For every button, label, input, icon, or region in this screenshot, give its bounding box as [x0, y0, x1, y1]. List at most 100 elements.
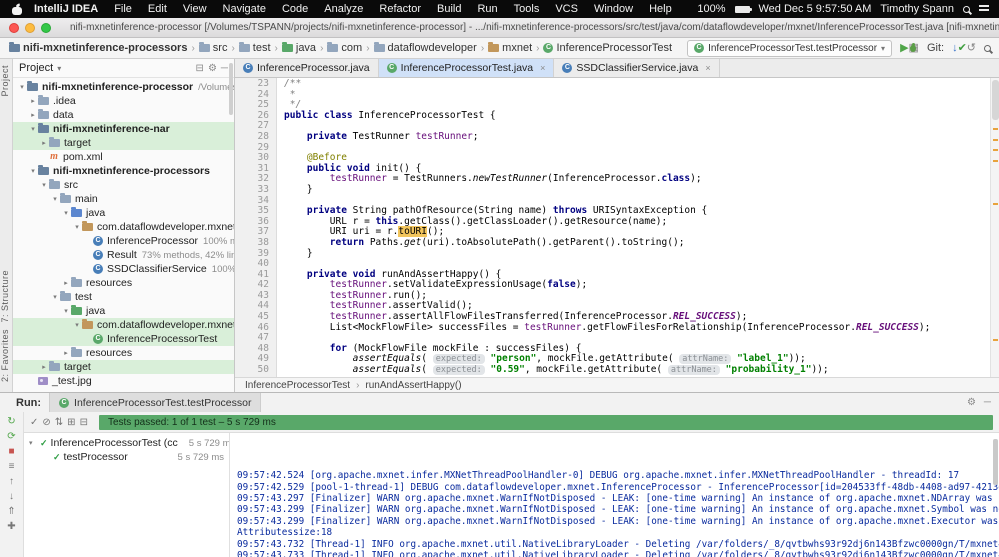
tree-item[interactable]: ▾main — [13, 192, 234, 206]
menu-item-intellij-idea[interactable]: IntelliJ IDEA — [26, 3, 106, 15]
filter-button[interactable]: ≡ — [9, 461, 15, 472]
next-failed-button[interactable]: ↓ — [9, 491, 14, 502]
warning-mark[interactable] — [993, 128, 998, 130]
tree-item[interactable]: ▾nifi-mxnetinference-nar — [13, 122, 234, 136]
chevron-right-icon[interactable]: ▸ — [39, 363, 49, 371]
tree-item[interactable]: ▸resources — [13, 346, 234, 360]
chevron-right-icon[interactable]: ▸ — [28, 111, 38, 119]
tree-item[interactable]: ▾src — [13, 178, 234, 192]
menu-item-window[interactable]: Window — [586, 3, 641, 15]
tree-item[interactable]: CSSDClassifierService100% m... — [13, 262, 234, 276]
warning-mark[interactable] — [993, 203, 998, 205]
chevron-right-icon[interactable]: ▸ — [39, 139, 49, 147]
chevron-right-icon[interactable]: ▸ — [61, 349, 71, 357]
tree-item[interactable]: mpom.xml — [13, 150, 234, 164]
tree-item[interactable]: ▾com.dataflowdeveloper.mxnet — [13, 318, 234, 332]
menu-item-vcs[interactable]: VCS — [547, 3, 586, 15]
warning-mark[interactable] — [993, 339, 998, 341]
menu-item-code[interactable]: Code — [274, 3, 316, 15]
tree-item[interactable]: _test.jpg — [13, 374, 234, 388]
rerun-button[interactable]: ↻ — [7, 416, 15, 427]
chevron-down-icon[interactable]: ▾ — [28, 167, 38, 175]
chevron-down-icon[interactable]: ▾ — [29, 439, 37, 447]
tool-stripe-button-7-structure[interactable]: 7: Structure — [0, 270, 13, 323]
tree-item[interactable]: ▸data — [13, 108, 234, 122]
menu-item-build[interactable]: Build — [429, 3, 469, 15]
menu-item-view[interactable]: View — [175, 3, 215, 15]
breadcrumb-item[interactable]: com — [326, 42, 363, 54]
menu-item-navigate[interactable]: Navigate — [215, 3, 274, 15]
editor-tab[interactable]: CInferenceProcessorTest.java× — [379, 59, 555, 77]
tree-item[interactable]: ▸target — [13, 136, 234, 150]
menu-user[interactable]: Timothy Spann — [880, 3, 954, 15]
menu-item-analyze[interactable]: Analyze — [316, 3, 371, 15]
breadcrumb-item[interactable]: CInferenceProcessorTest — [542, 42, 673, 54]
chevron-down-icon[interactable]: ▾ — [28, 125, 38, 133]
tree-item[interactable]: CInferenceProcessorTest — [13, 332, 234, 346]
tool-stripe-button-2-favorites[interactable]: 2: Favorites — [0, 329, 13, 382]
close-window-button[interactable] — [9, 23, 19, 33]
breadcrumb-item[interactable]: nifi-mxnetinference-processors — [8, 42, 188, 54]
tree-item[interactable]: CResult73% methods, 42% lin... — [13, 248, 234, 262]
menu-item-tools[interactable]: Tools — [506, 3, 548, 15]
run-configuration-select[interactable]: C InferenceProcessorTest.testProcessor ▾ — [687, 40, 892, 57]
menu-item-edit[interactable]: Edit — [140, 3, 175, 15]
test-tree-item[interactable]: ✓testProcessor5 s 729 ms — [24, 450, 229, 464]
sort-button[interactable]: ⇅ — [55, 417, 63, 428]
console-scrollbar[interactable] — [993, 439, 998, 485]
warning-mark[interactable] — [993, 139, 998, 141]
tree-item[interactable]: CInferenceProcessor100% me... — [13, 234, 234, 248]
run-tab[interactable]: C InferenceProcessorTest.testProcessor — [49, 393, 261, 412]
show-passed-button[interactable]: ✓ — [30, 417, 38, 428]
settings-gear-icon[interactable]: ⚙ — [967, 397, 976, 408]
chevron-down-icon[interactable]: ▾ — [50, 293, 60, 301]
spotlight-search-icon[interactable] — [963, 6, 970, 13]
previous-failed-button[interactable]: ↑ — [9, 476, 14, 487]
tree-item[interactable]: ▾nifi-mxnetinference-processor/Volumes/T… — [13, 80, 234, 94]
chevron-right-icon[interactable]: ▸ — [28, 97, 38, 105]
breadcrumb-item[interactable]: test — [238, 42, 272, 54]
code-area[interactable]: /** * */public class InferenceProcessorT… — [277, 78, 990, 377]
breadcrumb-item[interactable]: dataflowdeveloper — [373, 42, 478, 54]
editor[interactable]: 2324252627282930313233343536373839404142… — [235, 78, 999, 377]
hide-panel-icon[interactable]: ─ — [984, 397, 991, 408]
warning-mark[interactable] — [993, 160, 998, 162]
breadcrumb-class[interactable]: InferenceProcessorTest — [245, 380, 350, 391]
chevron-down-icon[interactable]: ▾ — [61, 307, 71, 315]
minimize-window-button[interactable] — [25, 23, 35, 33]
tree-item[interactable]: ▸resources — [13, 276, 234, 290]
collapse-all-button[interactable]: ⊟ — [80, 417, 88, 428]
menu-item-run[interactable]: Run — [469, 3, 505, 15]
tree-item[interactable]: ▾com.dataflowdeveloper.mxnet1 — [13, 220, 234, 234]
notification-center-icon[interactable] — [979, 5, 989, 13]
menu-clock[interactable]: Wed Dec 5 9:57:50 AM — [759, 3, 872, 15]
tree-item[interactable]: ▸.idea — [13, 94, 234, 108]
show-ignored-button[interactable]: ⊘ — [42, 417, 50, 428]
run-button[interactable]: ▶ — [900, 42, 908, 54]
breadcrumb-item[interactable]: java — [281, 42, 317, 54]
tree-item[interactable]: ▸target — [13, 360, 234, 374]
test-tree-item[interactable]: ▾✓InferenceProcessorTest (cc5 s 729 ms — [24, 436, 229, 450]
tree-item[interactable]: ▾java — [13, 304, 234, 318]
export-button[interactable]: ⇑ — [7, 506, 15, 517]
tree-item[interactable]: ▾java — [13, 206, 234, 220]
expand-all-button[interactable]: ⊞ — [67, 417, 75, 428]
project-view-selector[interactable]: Project — [19, 62, 53, 74]
tree-item[interactable]: ▾nifi-mxnetinference-processors — [13, 164, 234, 178]
chevron-right-icon[interactable]: ▸ — [61, 279, 71, 287]
close-icon[interactable]: × — [540, 63, 545, 73]
warning-mark[interactable] — [993, 149, 998, 151]
chevron-down-icon[interactable]: ▾ — [39, 181, 49, 189]
editor-gutter[interactable]: 2324252627282930313233343536373839404142… — [235, 78, 277, 377]
editor-scrollbar-thumb[interactable] — [992, 80, 999, 120]
close-icon[interactable]: × — [705, 63, 710, 73]
editor-tab[interactable]: CSSDClassifierService.java× — [554, 59, 719, 77]
pin-button[interactable]: ✚ — [7, 521, 15, 532]
chevron-down-icon[interactable]: ▾ — [72, 321, 82, 329]
editor-tab[interactable]: CInferenceProcessor.java — [235, 59, 379, 77]
tree-item[interactable]: ▾test — [13, 290, 234, 304]
breadcrumb-item[interactable]: src — [198, 42, 229, 54]
git-rollback-button[interactable]: ↺ — [967, 42, 976, 54]
settings-gear-icon[interactable]: ⚙ — [208, 63, 217, 74]
chevron-down-icon[interactable]: ▾ — [61, 209, 71, 217]
